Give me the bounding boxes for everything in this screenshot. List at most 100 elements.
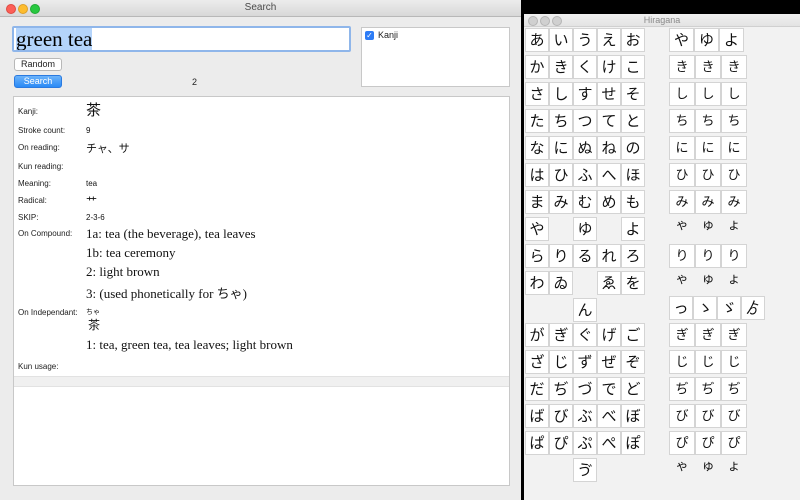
kana-cell[interactable]: ぼ: [621, 404, 645, 428]
kana-cell[interactable]: ぢゅ: [695, 377, 721, 420]
kana-cell[interactable]: う: [573, 28, 597, 52]
kana-cell[interactable]: ほ: [621, 163, 645, 187]
kana-cell[interactable]: わ: [525, 271, 549, 295]
kana-cell[interactable]: の: [621, 136, 645, 160]
kana-cell[interactable]: み: [549, 190, 573, 214]
kana-cell[interactable]: じゅ: [695, 350, 721, 393]
kana-cell[interactable]: ね: [597, 136, 621, 160]
zoom-icon[interactable]: [30, 4, 40, 14]
kana-cell[interactable]: きょ: [721, 55, 747, 98]
kana-cell[interactable]: を: [621, 271, 645, 295]
kana-cell[interactable]: ゆ: [694, 28, 719, 52]
kana-cell[interactable]: ぴょ: [721, 431, 747, 474]
kana-cell[interactable]: と: [621, 109, 645, 133]
kana-cell[interactable]: びゅ: [695, 404, 721, 447]
kana-cell[interactable]: ぴ: [549, 431, 573, 455]
kana-cell[interactable]: ふ: [573, 163, 597, 187]
kana-cell[interactable]: つ: [573, 109, 597, 133]
kana-cell[interactable]: こ: [621, 55, 645, 79]
kana-cell[interactable]: りょ: [721, 244, 747, 287]
kana-cell[interactable]: ぎゅ: [695, 323, 721, 366]
kana-cell[interactable]: りゅ: [695, 244, 721, 287]
kana-cell[interactable]: ちょ: [721, 109, 747, 152]
kana-cell[interactable]: り: [549, 244, 573, 268]
kana-cell[interactable]: た: [525, 109, 549, 133]
kana-cell[interactable]: ゐ: [549, 271, 573, 295]
kana-cell[interactable]: ぎょ: [721, 323, 747, 366]
search-input[interactable]: green tea: [12, 26, 351, 52]
kana-cell[interactable]: さ: [525, 82, 549, 106]
kana-cell[interactable]: ぴゃ: [669, 431, 695, 474]
kana-cell[interactable]: ぢょ: [721, 377, 747, 420]
kana-cell[interactable]: げ: [597, 323, 621, 347]
kana-cell[interactable]: ぱ: [525, 431, 549, 455]
kana-cell[interactable]: せ: [597, 82, 621, 106]
kana-cell[interactable]: や: [525, 217, 549, 241]
kana-cell[interactable]: にょ: [721, 136, 747, 179]
search-window-titlebar[interactable]: Search: [0, 0, 521, 17]
kana-cell[interactable]: や: [669, 28, 694, 52]
kana-cell[interactable]: が: [525, 323, 549, 347]
kana-cell[interactable]: ちゅ: [695, 109, 721, 152]
kana-cell[interactable]: ど: [621, 377, 645, 401]
kana-cell[interactable]: べ: [597, 404, 621, 428]
kana-cell[interactable]: も: [621, 190, 645, 214]
kana-cell[interactable]: す: [573, 82, 597, 106]
zoom-icon[interactable]: [552, 16, 562, 26]
kana-cell[interactable]: っ: [669, 296, 693, 320]
kana-cell[interactable]: き: [549, 55, 573, 79]
kana-cell[interactable]: ぎゃ: [669, 323, 695, 366]
kana-cell[interactable]: ぎ: [549, 323, 573, 347]
kana-cell[interactable]: しょ: [721, 82, 747, 125]
kana-cell[interactable]: ぽ: [621, 431, 645, 455]
kana-cell[interactable]: ゝ: [693, 296, 717, 320]
kana-cell[interactable]: だ: [525, 377, 549, 401]
kana-cell[interactable]: づ: [573, 377, 597, 401]
kana-cell[interactable]: よ: [719, 28, 744, 52]
kana-cell[interactable]: じゃ: [669, 350, 695, 393]
kana-cell[interactable]: みょ: [721, 190, 747, 233]
kana-cell[interactable]: ゞ: [717, 296, 741, 320]
kana-cell[interactable]: ゔ: [573, 458, 597, 482]
kana-cell[interactable]: ぐ: [573, 323, 597, 347]
kana-cell[interactable]: ぶ: [573, 404, 597, 428]
kana-cell[interactable]: ゑ: [597, 271, 621, 295]
kana-cell[interactable]: れ: [597, 244, 621, 268]
minimize-icon[interactable]: [18, 4, 28, 14]
kana-cell[interactable]: ぷ: [573, 431, 597, 455]
kana-cell[interactable]: ぢゃ: [669, 377, 695, 420]
kana-cell[interactable]: な: [525, 136, 549, 160]
kana-cell[interactable]: ひ: [549, 163, 573, 187]
kana-cell[interactable]: じょ: [721, 350, 747, 393]
kana-cell[interactable]: ち: [549, 109, 573, 133]
kana-cell[interactable]: びょ: [721, 404, 747, 447]
kana-cell[interactable]: びゃ: [669, 404, 695, 447]
kana-cell[interactable]: は: [525, 163, 549, 187]
kana-cell[interactable]: ひゅ: [695, 163, 721, 206]
kana-cell[interactable]: ひゃ: [669, 163, 695, 206]
kana-cell[interactable]: きゅ: [695, 55, 721, 98]
kana-cell[interactable]: ぢ: [549, 377, 573, 401]
kana-cell[interactable]: び: [549, 404, 573, 428]
kana-cell[interactable]: あ: [525, 28, 549, 52]
kana-cell[interactable]: ゆ: [573, 217, 597, 241]
kana-cell[interactable]: え: [597, 28, 621, 52]
kana-cell[interactable]: ぞ: [621, 350, 645, 374]
kana-cell[interactable]: へ: [597, 163, 621, 187]
kana-cell[interactable]: で: [597, 377, 621, 401]
kana-cell[interactable]: い: [549, 28, 573, 52]
kana-cell[interactable]: みゅ: [695, 190, 721, 233]
kana-cell[interactable]: しゃ: [669, 82, 695, 125]
kana-cell[interactable]: ま: [525, 190, 549, 214]
kana-cell[interactable]: く: [573, 55, 597, 79]
random-button[interactable]: Random: [14, 58, 62, 71]
kana-cell[interactable]: ひょ: [721, 163, 747, 206]
kana-cell[interactable]: そ: [621, 82, 645, 106]
kana-cell[interactable]: ぴゅ: [695, 431, 721, 474]
kana-cell[interactable]: ざ: [525, 350, 549, 374]
kana-cell[interactable]: ず: [573, 350, 597, 374]
kana-cell[interactable]: ぬ: [573, 136, 597, 160]
kana-cell[interactable]: お: [621, 28, 645, 52]
kana-cell[interactable]: け: [597, 55, 621, 79]
kana-cell[interactable]: に: [549, 136, 573, 160]
